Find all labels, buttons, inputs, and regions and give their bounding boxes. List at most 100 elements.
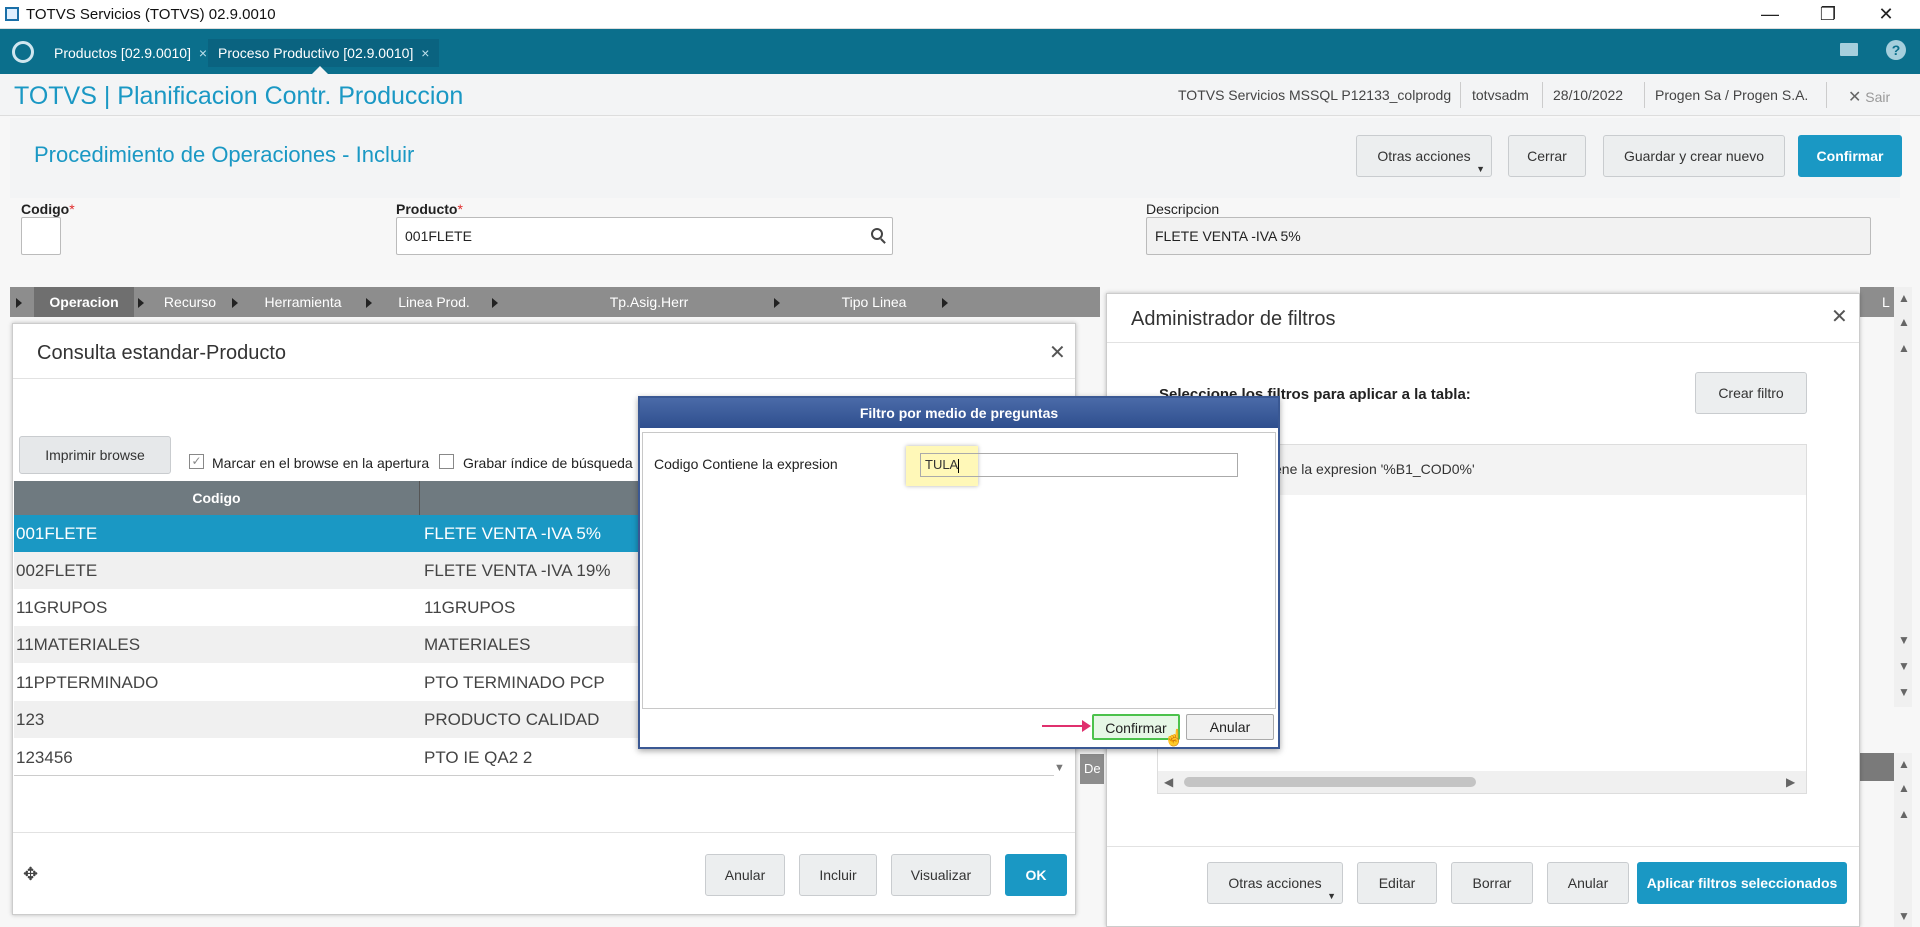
admin-anular-button[interactable]: Anular	[1547, 862, 1629, 904]
aplicar-filtros-button[interactable]: Aplicar filtros seleccionados	[1637, 862, 1847, 904]
mail-icon[interactable]	[1840, 43, 1858, 56]
row-desc: FLETE VENTA -IVA 5%	[424, 524, 601, 543]
column-arrow-icon	[138, 298, 144, 308]
confirmar-button[interactable]: Confirmar	[1798, 135, 1902, 177]
company-info: Progen Sa / Progen S.A.	[1655, 87, 1809, 103]
otras-acciones-button[interactable]: Otras acciones ▼	[1356, 135, 1492, 177]
consulta-title-divider	[13, 378, 1075, 379]
pointer-arrowhead-icon	[1082, 720, 1091, 732]
admin-otras-acciones-button[interactable]: Otras acciones ▼	[1207, 862, 1343, 904]
tab-productos[interactable]: Productos [02.9.0010] ×	[44, 39, 217, 67]
scroll-pagedown-icon[interactable]: ▼	[1898, 659, 1910, 673]
scroll-top-icon[interactable]: ▲	[1898, 291, 1910, 305]
filtro-preguntas-dialog: Filtro por medio de preguntas Codigo Con…	[638, 396, 1280, 749]
row-codigo: 11MATERIALES	[16, 635, 141, 654]
column-operacion[interactable]: Operacion	[34, 287, 134, 317]
button-label: Otras acciones	[1377, 148, 1471, 164]
active-tab-caret-icon	[312, 66, 328, 74]
descripcion-label: Descripcion	[1146, 201, 1220, 217]
column-arrow-icon	[492, 298, 498, 308]
tab-close-icon[interactable]: ×	[421, 45, 429, 61]
codigo-label-text: Codigo	[21, 201, 70, 217]
row-codigo: 002FLETE	[16, 561, 98, 580]
marcar-browse-checkbox[interactable]: ✓	[189, 454, 204, 469]
ok-button[interactable]: OK	[1005, 854, 1067, 896]
exit-button[interactable]: ✕ Sair	[1848, 87, 1890, 107]
row-desc: PTO IE QA2 2	[424, 748, 533, 767]
row-codigo: 11PPTERMINADO	[16, 673, 159, 692]
producto-field[interactable]: 001FLETE	[396, 217, 893, 255]
scroll-down-icon[interactable]: ▼	[1898, 909, 1910, 923]
crear-filtro-button[interactable]: Crear filtro	[1695, 372, 1807, 414]
filtro-anular-button[interactable]: Anular	[1186, 714, 1274, 740]
scroll-up-icon[interactable]: ▲	[1898, 341, 1910, 355]
column-linea-prod[interactable]: Linea Prod.	[378, 287, 490, 317]
operations-grid-header: Operacion Recurso Herramienta Linea Prod…	[10, 287, 1100, 317]
column-herramienta[interactable]: Herramienta	[244, 287, 362, 317]
scroll-left-icon[interactable]: ◀	[1164, 775, 1173, 789]
anular-button[interactable]: Anular	[705, 854, 785, 896]
filter-item-label: ene la expresion '%B1_COD0%'	[1274, 461, 1475, 477]
borrar-button[interactable]: Borrar	[1451, 862, 1533, 904]
consulta-title: Consulta estandar-Producto	[37, 342, 287, 364]
scroll-pageup-icon[interactable]: ▲	[1898, 781, 1910, 795]
totvs-logo-icon[interactable]	[12, 41, 34, 63]
row-codigo: 123	[16, 710, 45, 729]
row-codigo: 11GRUPOS	[16, 598, 108, 617]
cerrar-button[interactable]: Cerrar	[1508, 135, 1586, 177]
tab-close-icon[interactable]: ×	[199, 45, 207, 61]
row-codigo: 001FLETE	[16, 524, 98, 543]
guardar-crear-nuevo-button[interactable]: Guardar y crear nuevo	[1603, 135, 1785, 177]
server-info: TOTVS Servicios MSSQL P12133_colprodg	[1178, 87, 1452, 103]
column-tipo-linea[interactable]: Tipo Linea	[786, 287, 962, 317]
scroll-up-icon[interactable]: ▲	[1898, 807, 1910, 821]
filtro-title: Filtro por medio de preguntas	[640, 398, 1278, 428]
filtro-body-border	[642, 432, 1276, 709]
marcar-browse-label: Marcar en el browse en la apertura	[212, 455, 430, 471]
window-title: TOTVS Servicios (TOTVS) 02.9.0010	[26, 6, 276, 23]
column-arrow-icon	[942, 298, 948, 308]
required-mark: *	[457, 201, 463, 217]
help-icon[interactable]: ?	[1886, 40, 1906, 60]
scroll-right-icon[interactable]: ▶	[1786, 775, 1795, 789]
codigo-field[interactable]	[21, 217, 61, 255]
app-icon	[5, 7, 19, 21]
row-desc: FLETE VENTA -IVA 19%	[424, 561, 611, 580]
consulta-close-icon[interactable]: ✕	[1049, 340, 1066, 365]
imprimir-browse-button[interactable]: Imprimir browse	[19, 436, 171, 474]
consulta-scroll-down-icon[interactable]: ▼	[1054, 762, 1065, 774]
grabar-indice-checkbox[interactable]	[439, 454, 454, 469]
scroll-thumb[interactable]	[1184, 777, 1476, 787]
main-grid-scrollbar[interactable]: ▲ ▲ ▲ ▼ ▼ ▼	[1894, 287, 1912, 707]
required-mark: *	[69, 201, 75, 217]
exit-label: Sair	[1865, 89, 1891, 105]
row-desc: MATERIALES	[424, 635, 531, 654]
header-divider	[1644, 82, 1645, 108]
scroll-top-icon[interactable]: ▲	[1898, 757, 1910, 771]
header-divider	[1826, 82, 1827, 108]
column-tp-asig-herr[interactable]: Tp.Asig.Herr	[504, 287, 794, 317]
admin-close-icon[interactable]: ✕	[1831, 304, 1848, 329]
column-recurso[interactable]: Recurso	[150, 287, 230, 317]
close-window-button[interactable]: ✕	[1864, 2, 1908, 26]
app-title: TOTVS | Planificacion Contr. Produccion	[14, 82, 464, 110]
filter-hscrollbar[interactable]: ◀ ▶	[1158, 771, 1806, 793]
column-codigo[interactable]: Codigo	[14, 481, 420, 515]
admin-title: Administrador de filtros	[1131, 308, 1336, 330]
visualizar-button[interactable]: Visualizar	[891, 854, 991, 896]
window-titlebar: TOTVS Servicios (TOTVS) 02.9.0010 — ❐ ✕	[0, 0, 1920, 29]
lower-grid-scrollbar[interactable]: ▲ ▲ ▲ ▼	[1894, 753, 1912, 927]
minimize-button[interactable]: —	[1748, 2, 1792, 26]
editar-button[interactable]: Editar	[1357, 862, 1437, 904]
scroll-pageup-icon[interactable]: ▲	[1898, 315, 1910, 329]
dropdown-caret-icon: ▼	[1476, 164, 1485, 174]
row-desc: 11GRUPOS	[424, 598, 516, 617]
move-icon[interactable]: ✥	[23, 864, 38, 885]
tab-proceso-productivo[interactable]: Proceso Productivo [02.9.0010] ×	[208, 39, 440, 67]
search-icon-handle	[880, 238, 886, 244]
app-header: TOTVS | Planificacion Contr. Produccion …	[0, 74, 1920, 116]
restore-button[interactable]: ❐	[1806, 2, 1850, 26]
scroll-down-icon[interactable]: ▼	[1898, 633, 1910, 647]
scroll-bottom-icon[interactable]: ▼	[1898, 685, 1910, 699]
incluir-button[interactable]: Incluir	[799, 854, 877, 896]
